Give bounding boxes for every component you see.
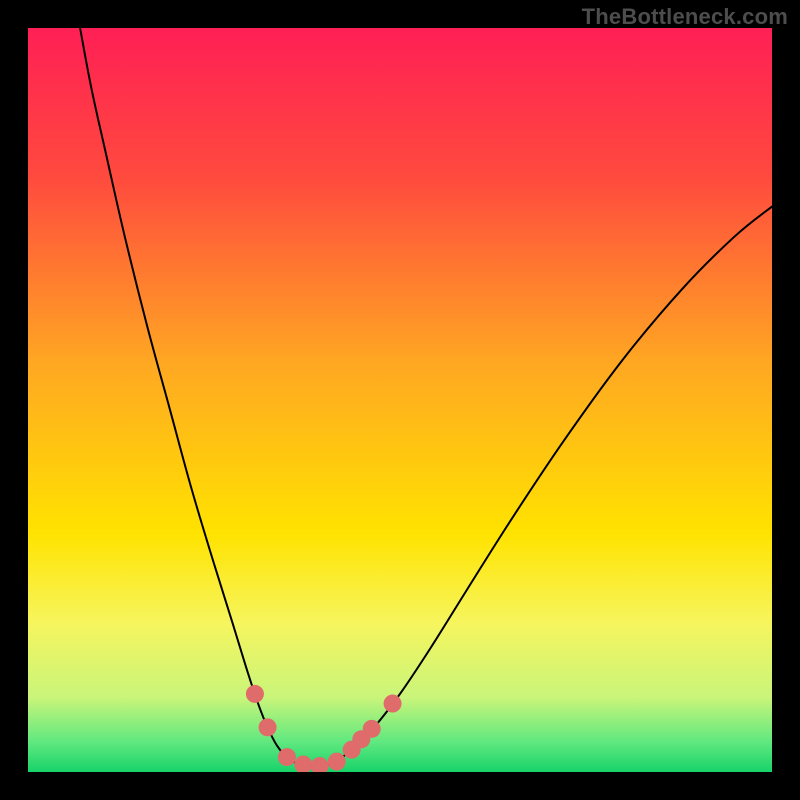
data-marker [363, 720, 381, 738]
data-marker [259, 718, 277, 736]
gradient-background [28, 28, 772, 772]
watermark-text: TheBottleneck.com [582, 4, 788, 30]
data-marker [246, 685, 264, 703]
chart-frame: TheBottleneck.com [0, 0, 800, 800]
data-marker [384, 695, 402, 713]
data-marker [278, 748, 296, 766]
chart-svg [28, 28, 772, 772]
data-marker [328, 753, 346, 771]
plot-area [28, 28, 772, 772]
